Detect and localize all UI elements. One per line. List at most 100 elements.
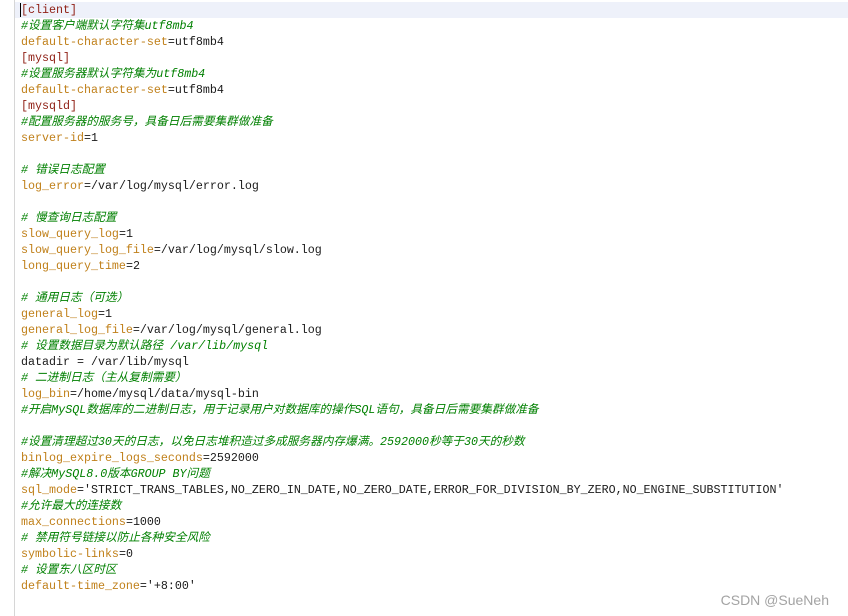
config-value: utf8mb4: [174, 83, 224, 97]
assign-operator: =: [76, 483, 84, 497]
config-key: max_connections: [21, 515, 126, 529]
assign-operator: =: [83, 179, 91, 193]
code-line[interactable]: #允许最大的连接数: [15, 498, 848, 514]
config-key: slow_query_log: [21, 227, 119, 241]
config-key: log_bin: [21, 387, 70, 401]
config-value: /var/log/mysql/slow.log: [160, 243, 322, 257]
code-line[interactable]: log_error=/var/log/mysql/error.log: [15, 178, 848, 194]
comment-text: #设置清理超过30天的日志，以免日志堆积造过多成服务器内存爆满。2592000秒…: [21, 435, 525, 449]
config-value: 1: [104, 307, 112, 321]
config-key: slow_query_log_file: [21, 243, 154, 257]
code-line[interactable]: #设置客户端默认字符集utf8mb4: [15, 18, 848, 34]
code-line[interactable]: # 通用日志（可选）: [15, 290, 848, 306]
config-key: symbolic-links: [21, 547, 119, 561]
config-value: 1000: [132, 515, 161, 529]
assign-operator: =: [118, 547, 126, 561]
section-header: [mysqld]: [21, 99, 77, 113]
assign-operator: =: [83, 131, 91, 145]
comment-text: # 通用日志（可选）: [21, 291, 129, 305]
code-line[interactable]: symbolic-links=0: [15, 546, 848, 562]
code-line[interactable]: slow_query_log_file=/var/log/mysql/slow.…: [15, 242, 848, 258]
config-value: /var/log/mysql/error.log: [90, 179, 259, 193]
code-editor[interactable]: [client] #设置客户端默认字符集utf8mb4 default-charac…: [0, 0, 848, 616]
config-value: 2: [132, 259, 140, 273]
comment-text: #允许最大的连接数: [21, 499, 122, 513]
assign-operator: =: [125, 259, 133, 273]
code-line[interactable]: #设置清理超过30天的日志，以免日志堆积造过多成服务器内存爆满。2592000秒…: [15, 434, 848, 450]
fold-margin: [0, 0, 15, 616]
code-line[interactable]: general_log=1: [15, 306, 848, 322]
config-value: utf8mb4: [174, 35, 224, 49]
section-header: [client]: [21, 3, 77, 17]
config-value: '+8:00': [146, 579, 196, 593]
code-line[interactable]: default-character-set=utf8mb4: [15, 82, 848, 98]
code-line[interactable]: general_log_file=/var/log/mysql/general.…: [15, 322, 848, 338]
comment-text: #配置服务器的服务号，具备日后需要集群做准备: [21, 115, 273, 129]
config-value: 1: [125, 227, 133, 241]
config-key: server-id: [21, 131, 84, 145]
comment-text: #设置服务器默认字符集为utf8mb4: [21, 67, 206, 81]
code-line[interactable]: # 设置数据目录为默认路径 /var/lib/mysql: [15, 338, 848, 354]
assign-operator: =: [132, 323, 140, 337]
config-key: default-character-set: [21, 35, 168, 49]
code-line[interactable]: [client]: [15, 2, 848, 18]
code-line[interactable]: slow_query_log=1: [15, 226, 848, 242]
assign-operator: =: [153, 243, 161, 257]
config-value: /var/log/mysql/general.log: [139, 323, 322, 337]
code-line[interactable]: #设置服务器默认字符集为utf8mb4: [15, 66, 848, 82]
code-line[interactable]: default-character-set=utf8mb4: [15, 34, 848, 50]
code-line[interactable]: [mysql]: [15, 50, 848, 66]
comment-text: # 错误日志配置: [21, 163, 105, 177]
comment-text: # 慢查询日志配置: [21, 211, 117, 225]
code-line[interactable]: # 设置东八区时区: [15, 562, 848, 578]
text-cursor: [20, 3, 21, 17]
plain-text: datadir = /var/lib/mysql: [21, 355, 189, 369]
comment-text: # 二进制日志（主从复制需要）: [21, 371, 187, 385]
config-value: 0: [125, 547, 133, 561]
code-line[interactable]: #解决MySQL8.0版本GROUP BY问题: [15, 466, 848, 482]
code-line[interactable]: #开启MySQL数据库的二进制日志，用于记录用户对数据库的操作SQL语句，具备日…: [15, 402, 848, 418]
config-key: general_log: [21, 307, 98, 321]
code-line[interactable]: binlog_expire_logs_seconds=2592000: [15, 450, 848, 466]
code-line[interactable]: [15, 418, 848, 434]
watermark: CSDN @SueNeh: [720, 592, 829, 608]
config-value: 2592000: [209, 451, 259, 465]
assign-operator: =: [167, 83, 175, 97]
comment-text: # 设置东八区时区: [21, 563, 117, 577]
config-key: general_log_file: [21, 323, 133, 337]
code-line[interactable]: long_query_time=2: [15, 258, 848, 274]
assign-operator: =: [69, 387, 77, 401]
code-line[interactable]: sql_mode='STRICT_TRANS_TABLES,NO_ZERO_IN…: [15, 482, 848, 498]
code-line[interactable]: [15, 194, 848, 210]
code-line[interactable]: # 错误日志配置: [15, 162, 848, 178]
config-value: /home/mysql/data/mysql-bin: [76, 387, 259, 401]
code-line[interactable]: # 禁用符号链接以防止各种安全风险: [15, 530, 848, 546]
config-key: log_error: [21, 179, 84, 193]
config-key: binlog_expire_logs_seconds: [21, 451, 203, 465]
assign-operator: =: [167, 35, 175, 49]
code-line[interactable]: max_connections=1000: [15, 514, 848, 530]
code-line[interactable]: log_bin=/home/mysql/data/mysql-bin: [15, 386, 848, 402]
code-line[interactable]: datadir = /var/lib/mysql: [15, 354, 848, 370]
code-line[interactable]: server-id=1: [15, 130, 848, 146]
assign-operator: =: [202, 451, 210, 465]
code-line[interactable]: # 二进制日志（主从复制需要）: [15, 370, 848, 386]
config-key: long_query_time: [21, 259, 126, 273]
code-lines[interactable]: [client] #设置客户端默认字符集utf8mb4 default-charac…: [15, 2, 848, 594]
comment-text: #设置客户端默认字符集utf8mb4: [21, 19, 194, 33]
comment-text: # 设置数据目录为默认路径 /var/lib/mysql: [21, 339, 269, 353]
config-value: 1: [90, 131, 98, 145]
config-key: default-time_zone: [21, 579, 140, 593]
config-key: sql_mode: [21, 483, 77, 497]
code-line[interactable]: #配置服务器的服务号，具备日后需要集群做准备: [15, 114, 848, 130]
assign-operator: =: [125, 515, 133, 529]
assign-operator: =: [97, 307, 105, 321]
comment-text: # 禁用符号链接以防止各种安全风险: [21, 531, 210, 545]
code-line[interactable]: [15, 146, 848, 162]
assign-operator: =: [118, 227, 126, 241]
code-line[interactable]: [mysqld]: [15, 98, 848, 114]
comment-text: #开启MySQL数据库的二进制日志，用于记录用户对数据库的操作SQL语句，具备日…: [21, 403, 539, 417]
assign-operator: =: [139, 579, 147, 593]
code-line[interactable]: # 慢查询日志配置: [15, 210, 848, 226]
code-line[interactable]: [15, 274, 848, 290]
